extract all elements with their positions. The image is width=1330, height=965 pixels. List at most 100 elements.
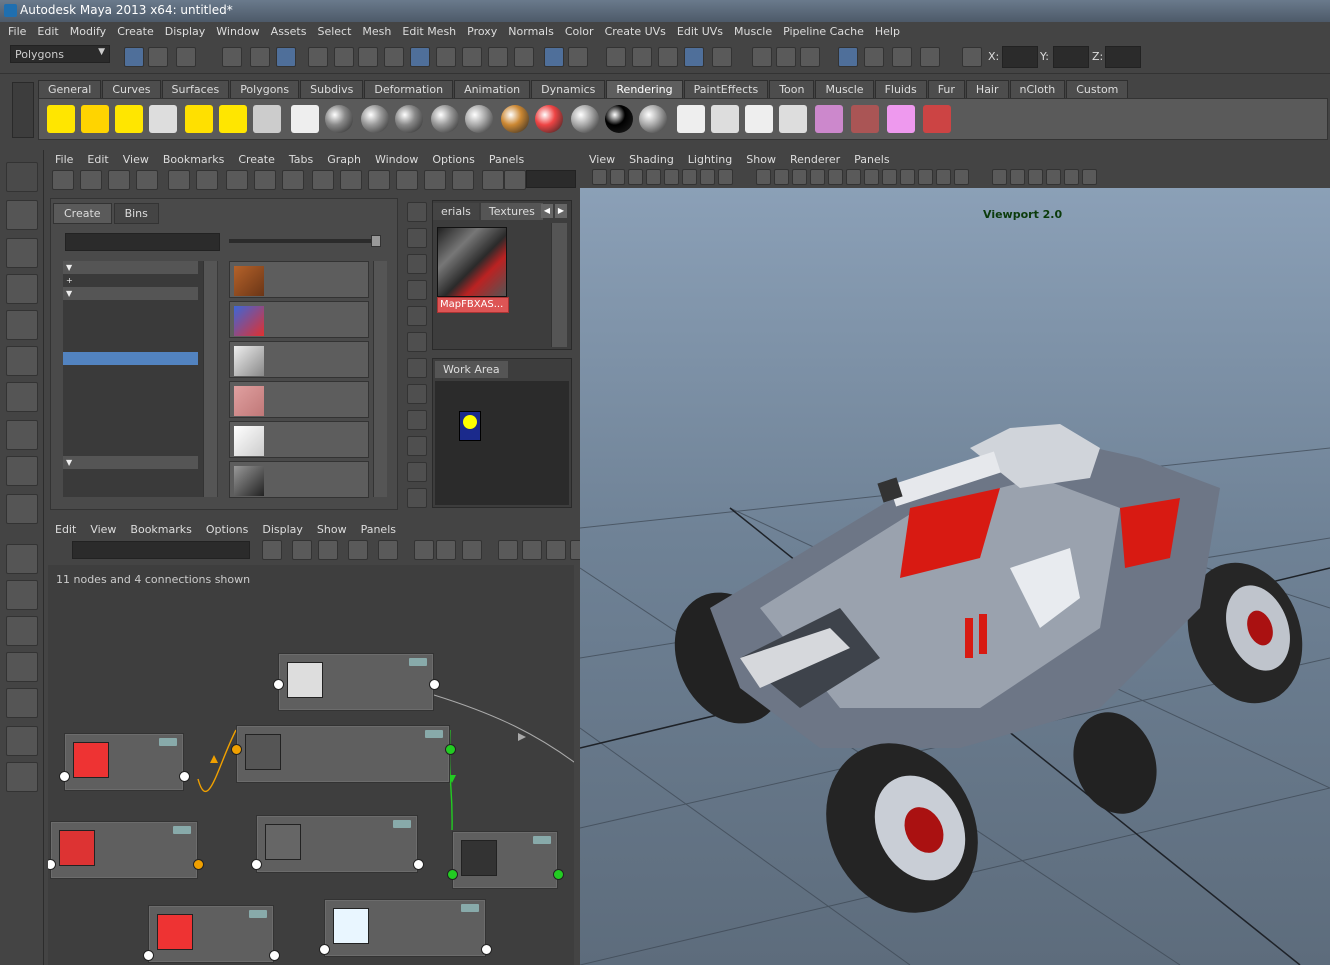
viewport-tool-13-icon[interactable] [828, 169, 843, 185]
menu-create-uvs[interactable]: Create UVs [601, 22, 673, 42]
tree-item-glow[interactable] [63, 430, 198, 443]
tool-paint-select-icon[interactable] [6, 238, 38, 268]
node-editor-search-field[interactable] [72, 541, 250, 559]
status-tool-17-icon[interactable] [568, 47, 588, 67]
status-tool-8-icon[interactable] [334, 47, 354, 67]
status-tool-19-icon[interactable] [632, 47, 652, 67]
shelf-tab-fluids[interactable]: Fluids [874, 80, 927, 98]
tree-item-3d-textures[interactable] [63, 352, 198, 365]
tree-item-lights[interactable] [63, 391, 198, 404]
hypershade-tool-12-icon[interactable] [368, 170, 390, 190]
node-menu-icon[interactable] [425, 730, 443, 738]
hypershade-side-tool-2-icon[interactable] [407, 228, 427, 248]
shelf-tool-1-icon[interactable] [47, 105, 75, 133]
tool-scale-icon[interactable] [6, 346, 38, 376]
status-tool-18-icon[interactable] [606, 47, 626, 67]
tree-item-other-textures[interactable] [63, 378, 198, 391]
hypershade-side-tool-9-icon[interactable] [407, 410, 427, 430]
shelf-tool-19-icon[interactable] [677, 105, 705, 133]
shelf-tool-14-icon[interactable] [501, 105, 529, 133]
viewport-menu-show[interactable]: Show [739, 150, 783, 168]
hypershade-tool-7-icon[interactable] [226, 170, 248, 190]
viewport-tool-23-icon[interactable] [1028, 169, 1043, 185]
hypershade-side-tool-5-icon[interactable] [407, 306, 427, 326]
status-tool-13-icon[interactable] [462, 47, 482, 67]
menu-normals[interactable]: Normals [504, 22, 561, 42]
x-field[interactable] [1002, 46, 1038, 68]
shelf-tool-6-icon[interactable] [219, 105, 247, 133]
status-tool-9-icon[interactable] [358, 47, 378, 67]
node-blinddatatemplate1[interactable] [251, 815, 424, 873]
status-tool-4-icon[interactable] [222, 47, 242, 67]
node-menu-icon[interactable] [409, 658, 427, 666]
tree-item-utilities[interactable] [63, 404, 198, 417]
shelf-tool-20-icon[interactable] [711, 105, 739, 133]
tree-item-displacement[interactable] [63, 326, 198, 339]
viewport-tool-1-icon[interactable] [592, 169, 607, 185]
status-tool-10-icon[interactable] [384, 47, 404, 67]
viewport-menu-lighting[interactable]: Lighting [681, 150, 739, 168]
input-port[interactable] [59, 771, 70, 782]
collapse-arrow-icon[interactable]: ▼ [66, 456, 72, 469]
shelf-tab-surfaces[interactable]: Surfaces [161, 80, 230, 98]
shelf-tool-9-icon[interactable] [325, 105, 353, 133]
node-menu-icon[interactable] [533, 836, 551, 844]
viewport-tool-15-icon[interactable] [864, 169, 879, 185]
tool-show-manip-icon[interactable] [6, 456, 38, 486]
hypershade-side-tool-7-icon[interactable] [407, 358, 427, 378]
status-tool-6-icon[interactable] [276, 47, 296, 67]
viewport-tool-2-icon[interactable] [610, 169, 625, 185]
viewport-tool-4-icon[interactable] [646, 169, 661, 185]
tree-scrollbar[interactable] [203, 261, 217, 497]
viewport-tool-22-icon[interactable] [1010, 169, 1025, 185]
shelf-tool-25-icon[interactable] [887, 105, 915, 133]
node-editor-tool-5-icon[interactable] [378, 540, 398, 560]
node-graph[interactable]: 11 nodes and 4 connections shown [48, 565, 574, 965]
shelf-tab-fur[interactable]: Fur [927, 80, 965, 98]
tool-lasso-icon[interactable] [6, 200, 38, 230]
shelf-tool-12-icon[interactable] [431, 105, 459, 133]
viewport-menu-renderer[interactable]: Renderer [783, 150, 847, 168]
shelf-tab-hair[interactable]: Hair [965, 80, 1009, 98]
hypershade-menu-create[interactable]: Create [231, 150, 282, 168]
output-port[interactable] [179, 771, 190, 782]
output-port[interactable] [413, 859, 424, 870]
shelf-tab-painteffects[interactable]: PaintEffects [683, 80, 769, 98]
shelf-tab-deformation[interactable]: Deformation [364, 80, 454, 98]
node-editor-menu-options[interactable]: Options [199, 520, 255, 538]
viewport-tool-26-icon[interactable] [1082, 169, 1097, 185]
hypershade-tool-17-icon[interactable] [504, 170, 526, 190]
swatch-snow[interactable] [229, 421, 369, 458]
hypershade-tool-8-icon[interactable] [254, 170, 276, 190]
hypershade-tool-10-icon[interactable] [312, 170, 334, 190]
swatch-marble[interactable] [229, 341, 369, 378]
input-port[interactable] [251, 859, 262, 870]
node-mapfbxasc032fbxasc0350[interactable] [231, 725, 456, 783]
status-tool-3-icon[interactable] [176, 47, 196, 67]
menu-edit[interactable]: Edit [33, 22, 65, 42]
status-tool-7-icon[interactable] [308, 47, 328, 67]
hypershade-tool-2-icon[interactable] [80, 170, 102, 190]
menu-help[interactable]: Help [871, 22, 907, 42]
viewport-tool-18-icon[interactable] [918, 169, 933, 185]
status-tool-5-icon[interactable] [250, 47, 270, 67]
hypershade-side-tool-1-icon[interactable] [407, 202, 427, 222]
top-tabs-scrollbar[interactable] [551, 223, 567, 347]
viewport-tool-5-icon[interactable] [664, 169, 679, 185]
hypershade-side-tool-10-icon[interactable] [407, 436, 427, 456]
shelf-tool-17-icon[interactable] [605, 105, 633, 133]
viewport-tool-24-icon[interactable] [1046, 169, 1061, 185]
hypershade-side-tool-8-icon[interactable] [407, 384, 427, 404]
tab-erials[interactable]: erials [433, 203, 479, 220]
tab-arrow-left-icon[interactable]: ◀ [541, 204, 553, 218]
node-editor-tool-11-icon[interactable] [546, 540, 566, 560]
tool-universal-manip-icon[interactable] [6, 382, 38, 412]
menuset-dropdown[interactable]: Polygons ▼ [10, 45, 110, 63]
viewport-tool-21-icon[interactable] [992, 169, 1007, 185]
shelf-tab-subdivs[interactable]: Subdivs [300, 80, 364, 98]
viewport-tool-9-icon[interactable] [756, 169, 771, 185]
output-port[interactable] [269, 950, 280, 961]
tree-item-env-textures[interactable] [63, 365, 198, 378]
tool-four-view-icon[interactable] [6, 580, 38, 610]
viewport-menu-view[interactable]: View [582, 150, 622, 168]
